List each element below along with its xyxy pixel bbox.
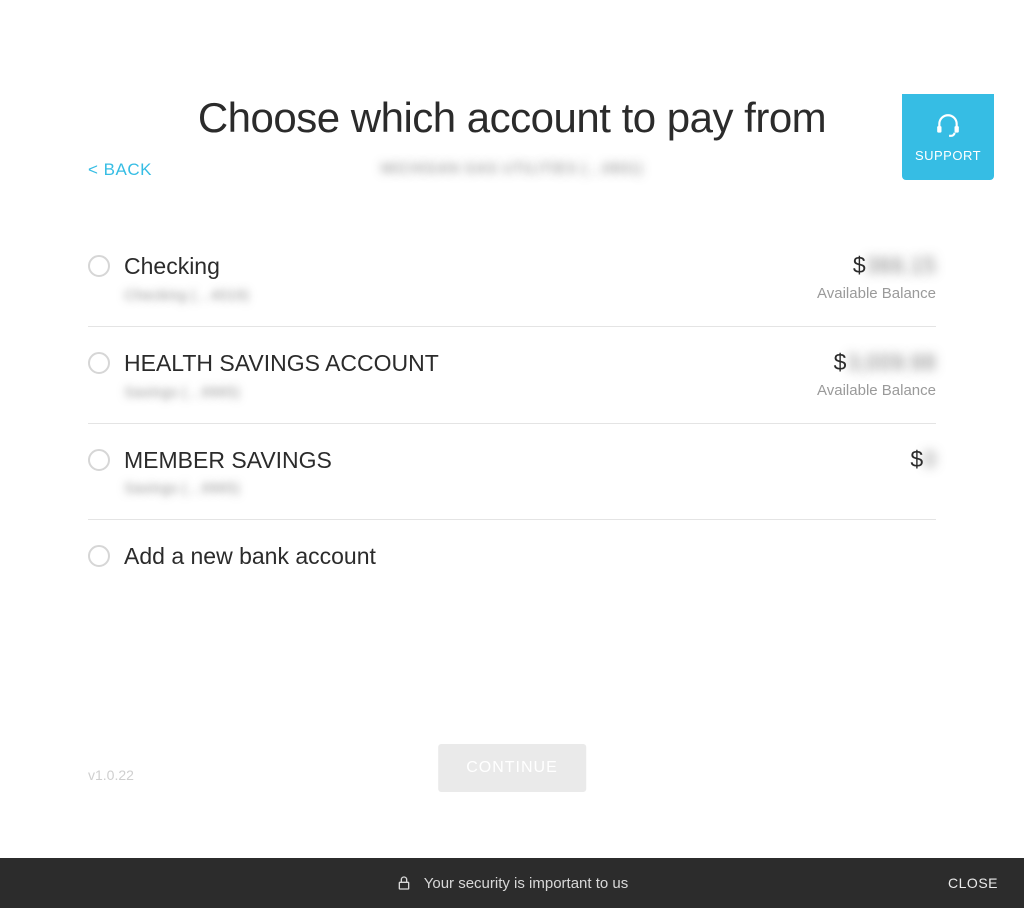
merchant-name-obscured: MICHIGAN GAS UTILITIES (…0601)	[381, 160, 644, 177]
amount-obscured: 0	[923, 446, 936, 473]
currency-symbol: $	[910, 446, 923, 473]
back-link[interactable]: < BACK	[88, 160, 152, 180]
account-amount: $3,009.98	[736, 349, 936, 376]
account-list: Checking Checking (…4019) $366.15 Availa…	[88, 230, 936, 593]
account-name: Checking	[124, 252, 736, 281]
headset-icon	[935, 112, 961, 138]
continue-button[interactable]: CONTINUE	[438, 744, 586, 792]
radio-icon	[88, 449, 110, 471]
amount-obscured: 366.15	[866, 252, 936, 279]
radio-icon	[88, 255, 110, 277]
account-option-checking[interactable]: Checking Checking (…4019) $366.15 Availa…	[88, 230, 936, 327]
add-new-label: Add a new bank account	[124, 542, 936, 571]
radio-icon	[88, 545, 110, 567]
amount-obscured: 3,009.98	[846, 349, 936, 376]
close-button[interactable]: CLOSE	[948, 875, 998, 891]
available-balance-label: Available Balance	[736, 285, 936, 302]
account-name: HEALTH SAVINGS ACCOUNT	[124, 349, 736, 378]
currency-symbol: $	[853, 252, 866, 279]
account-subtext-obscured: Savings (…9965)	[124, 384, 736, 401]
security-text: Your security is important to us	[424, 875, 629, 892]
account-subtext-obscured: Savings (…9965)	[124, 480, 736, 497]
page-title: Choose which account to pay from	[88, 94, 936, 142]
account-subtext-obscured: Checking (…4019)	[124, 287, 736, 304]
add-new-bank-account-option[interactable]: Add a new bank account	[88, 520, 936, 593]
currency-symbol: $	[834, 349, 847, 376]
support-label: SUPPORT	[915, 148, 981, 163]
account-name: MEMBER SAVINGS	[124, 446, 736, 475]
account-option-hsa[interactable]: HEALTH SAVINGS ACCOUNT Savings (…9965) $…	[88, 327, 936, 424]
account-amount: $0	[736, 446, 936, 473]
account-option-member-savings[interactable]: MEMBER SAVINGS Savings (…9965) $0	[88, 424, 936, 521]
account-amount: $366.15	[736, 252, 936, 279]
lock-icon	[396, 874, 412, 892]
available-balance-label: Available Balance	[736, 382, 936, 399]
support-button[interactable]: SUPPORT	[902, 94, 994, 180]
version-label: v1.0.22	[88, 767, 134, 783]
radio-icon	[88, 352, 110, 374]
security-footer: Your security is important to us CLOSE	[0, 858, 1024, 908]
